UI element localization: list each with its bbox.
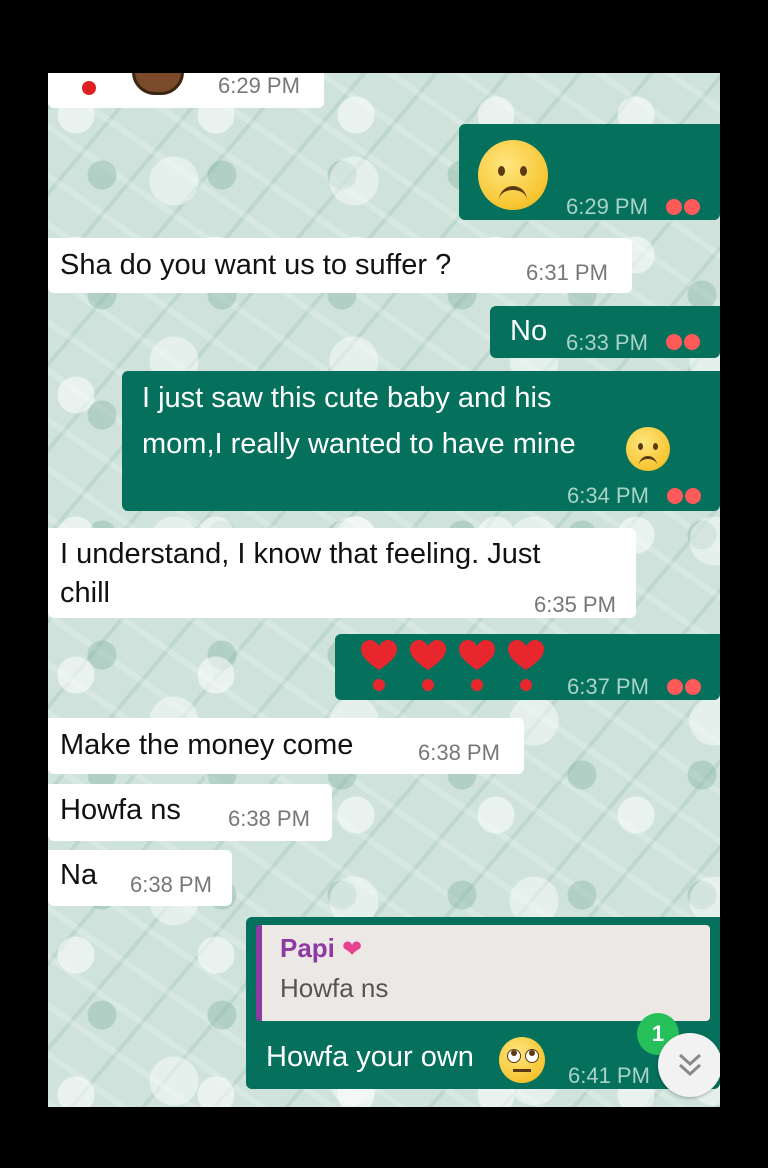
double-chevron-down-icon bbox=[678, 1053, 702, 1077]
message-time: 6:33 PM bbox=[566, 330, 648, 355]
message-text: I understand, I know that feeling. Just bbox=[60, 538, 541, 570]
message-time: 6:37 PM bbox=[567, 674, 649, 699]
eye-roll-face-icon bbox=[499, 1037, 545, 1083]
worried-face-icon bbox=[626, 427, 670, 471]
message-time: 6:38 PM bbox=[228, 806, 310, 831]
heart-exclamation-icon bbox=[508, 640, 544, 694]
message-bubble-outgoing[interactable]: I just saw this cute baby and his mom,I … bbox=[122, 371, 720, 511]
message-time: 6:31 PM bbox=[526, 260, 608, 285]
read-ticks-icon bbox=[667, 488, 703, 504]
message-text: mom,I really wanted to have mine bbox=[142, 428, 576, 460]
message-bubble-outgoing[interactable]: 6:29 PM bbox=[459, 124, 720, 220]
quote-text: Howfa ns bbox=[280, 973, 389, 1003]
message-bubble-incoming[interactable]: I understand, I know that feeling. Just … bbox=[48, 528, 636, 618]
worried-face-icon bbox=[478, 140, 548, 210]
quoted-message[interactable]: Papi ❤ Howfa ns bbox=[256, 925, 710, 1021]
scroll-to-bottom-button[interactable] bbox=[658, 1033, 720, 1097]
message-time: 6:35 PM bbox=[534, 592, 616, 617]
heart-with-ribbon-icon: ❤ bbox=[342, 935, 363, 963]
message-time: 6:38 PM bbox=[130, 872, 212, 897]
message-bubble-incoming[interactable]: Na 6:38 PM bbox=[48, 850, 232, 906]
message-text: Sha do you want us to suffer ? bbox=[60, 249, 452, 281]
message-bubble-outgoing[interactable]: Papi ❤ Howfa ns Howfa your own 6:41 PM bbox=[246, 917, 720, 1089]
message-bubble-outgoing[interactable]: 6:37 PM bbox=[335, 634, 720, 700]
message-text: Na bbox=[60, 859, 98, 891]
message-time: 6:34 PM bbox=[567, 483, 649, 508]
chat-area[interactable]: 6:29 PM 6:29 PM Sha do you want us to su… bbox=[48, 73, 720, 1107]
read-ticks-icon bbox=[666, 334, 702, 350]
red-dot-icon bbox=[82, 81, 96, 95]
message-time: 6:29 PM bbox=[218, 73, 300, 98]
message-bubble-incoming[interactable]: 6:29 PM bbox=[48, 73, 324, 108]
message-bubble-incoming[interactable]: Howfa ns 6:38 PM bbox=[48, 784, 332, 841]
message-text: chill bbox=[60, 577, 110, 609]
read-ticks-icon bbox=[666, 199, 702, 215]
message-time: 6:41 PM bbox=[568, 1063, 650, 1088]
message-text: Make the money come bbox=[60, 729, 354, 761]
heart-exclamation-icon bbox=[459, 640, 495, 694]
read-ticks-icon bbox=[667, 679, 703, 695]
message-bubble-incoming[interactable]: Sha do you want us to suffer ? 6:31 PM bbox=[48, 238, 632, 293]
message-text: I just saw this cute baby and his bbox=[142, 382, 552, 414]
message-text: No bbox=[510, 315, 548, 347]
heart-exclamation-icon bbox=[410, 640, 446, 694]
message-bubble-outgoing[interactable]: No 6:33 PM bbox=[490, 306, 720, 358]
message-time: 6:38 PM bbox=[418, 740, 500, 765]
quote-author: Papi bbox=[280, 933, 335, 963]
message-text: Howfa your own bbox=[266, 1041, 474, 1073]
avatar bbox=[132, 73, 184, 95]
message-text: Howfa ns bbox=[60, 794, 181, 826]
heart-exclamation-icon bbox=[361, 640, 397, 694]
message-time: 6:29 PM bbox=[566, 194, 648, 219]
message-bubble-incoming[interactable]: Make the money come 6:38 PM bbox=[48, 718, 524, 774]
